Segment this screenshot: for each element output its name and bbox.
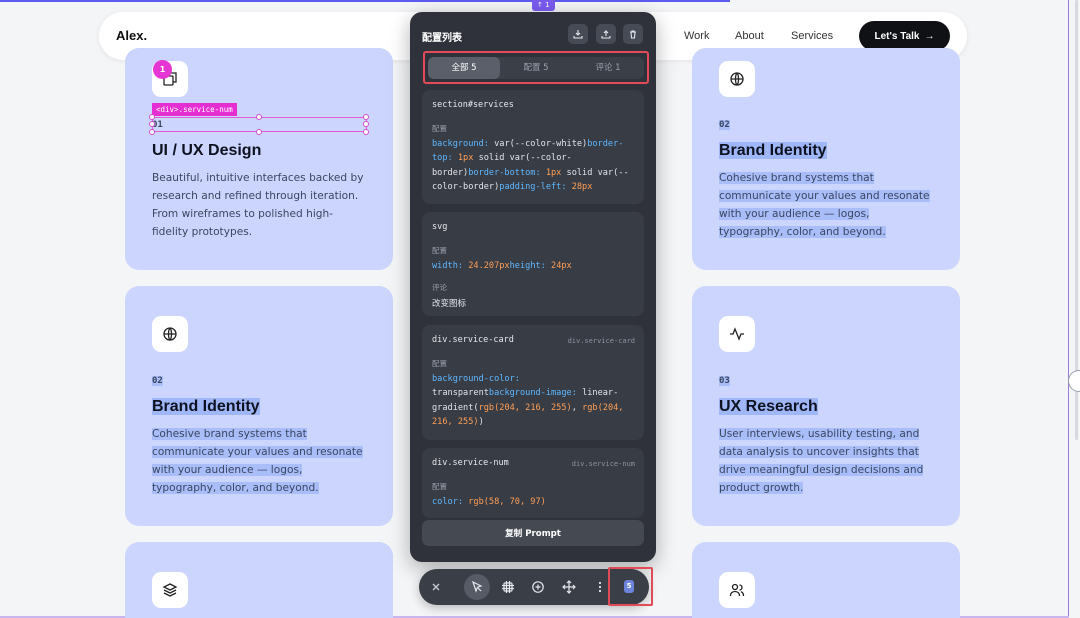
code-line: color: rgb(58, 70, 97) bbox=[432, 497, 546, 507]
panel-title: 配置列表 bbox=[422, 33, 462, 44]
resize-handle[interactable] bbox=[256, 129, 262, 135]
trash-icon[interactable] bbox=[623, 24, 643, 44]
item-code: background: var(--color-white)border-top… bbox=[432, 137, 637, 195]
service-num: 02 bbox=[719, 120, 730, 130]
item-selector-right: div.service-num bbox=[571, 460, 635, 468]
comment-label: 评论 bbox=[432, 283, 447, 292]
nav-link-services[interactable]: Services bbox=[791, 30, 833, 42]
add-comment-icon[interactable] bbox=[525, 574, 551, 600]
item-code: background-color: transparentbackground-i… bbox=[432, 372, 637, 430]
upload-icon[interactable] bbox=[596, 24, 616, 44]
config-item[interactable]: div.service-num div.service-num 配置 color… bbox=[422, 448, 644, 518]
card-description: Beautiful, intuitive interfaces backed b… bbox=[152, 172, 364, 238]
annotation-badge[interactable]: 1 bbox=[153, 60, 172, 79]
cta-label: Let's Talk bbox=[874, 30, 920, 42]
copy-prompt-button[interactable]: 复制 Prompt bbox=[422, 520, 644, 546]
layers-icon bbox=[152, 572, 188, 608]
count-highlight-box bbox=[608, 567, 653, 606]
service-num: 03 bbox=[719, 376, 730, 386]
code-line: color-border)padding-left: 28px bbox=[432, 182, 593, 193]
top-indicator-tag: ↑ 1 bbox=[532, 0, 555, 11]
lets-talk-button[interactable]: Let's Talk → bbox=[859, 21, 950, 51]
resize-handle[interactable] bbox=[256, 114, 262, 120]
item-label: 配置 bbox=[432, 359, 447, 368]
element-tag-label: <div>.service-num bbox=[152, 103, 237, 116]
code-line: gradient(rgb(204, 216, 255), rgb(204, bbox=[432, 402, 624, 413]
item-label: 配置 bbox=[432, 124, 447, 133]
arrow-right-icon: → bbox=[924, 30, 935, 42]
item-selector: section#services bbox=[432, 100, 514, 110]
service-card[interactable]: 02 Brand Identity Cohesive brand systems… bbox=[125, 286, 393, 526]
config-item[interactable]: div.service-card div.service-card 配置 bac… bbox=[422, 325, 644, 440]
code-line: 216, 255)) bbox=[432, 417, 484, 428]
card-title: UX Research bbox=[719, 398, 818, 415]
nav-link-about[interactable]: About bbox=[735, 30, 764, 42]
item-label: 配置 bbox=[432, 482, 447, 491]
config-panel: 配置列表 全部 5 配置 5 评论 1 section#services 配置 … bbox=[410, 12, 656, 562]
config-item[interactable]: svg 配置 width: 24.207pxheight: 24px 评论 改变… bbox=[422, 212, 644, 316]
service-card[interactable]: 02 Brand Identity Cohesive brand systems… bbox=[692, 48, 960, 270]
code-line: background: var(--color-white)border- bbox=[432, 139, 624, 149]
resize-handle[interactable] bbox=[363, 121, 369, 127]
globe-icon bbox=[719, 61, 755, 97]
item-selector-right: div.service-card bbox=[567, 337, 635, 345]
resize-handle[interactable] bbox=[149, 129, 155, 135]
service-card[interactable] bbox=[125, 542, 393, 618]
item-selector: div.service-num bbox=[432, 458, 509, 468]
code-line: background-color: bbox=[432, 374, 520, 384]
nav-link-work[interactable]: Work bbox=[684, 30, 709, 42]
item-selector: div.service-card bbox=[432, 335, 514, 345]
top-accent-line bbox=[0, 0, 730, 2]
grid-frame-icon[interactable] bbox=[495, 574, 521, 600]
item-code: color: rgb(58, 70, 97) bbox=[432, 495, 637, 509]
code-line: transparentbackground-image: linear- bbox=[432, 388, 619, 399]
code-line: border)border-bottom: 1px solid var(-- bbox=[432, 167, 629, 178]
pointer-select-icon[interactable] bbox=[464, 574, 490, 600]
service-card[interactable]: 03 UX Research User interviews, usabilit… bbox=[692, 286, 960, 526]
resize-handle[interactable] bbox=[363, 114, 369, 120]
item-code: width: 24.207pxheight: 24px bbox=[432, 259, 637, 273]
activity-icon bbox=[719, 316, 755, 352]
tabs-highlight-box bbox=[423, 51, 649, 84]
item-label: 配置 bbox=[432, 246, 447, 255]
resize-handle[interactable] bbox=[363, 129, 369, 135]
item-selector: svg bbox=[432, 222, 448, 232]
side-handle[interactable] bbox=[1068, 370, 1080, 392]
card-description: Cohesive brand systems that communicate … bbox=[152, 428, 363, 494]
code-line: top: 1px solid var(--color- bbox=[432, 153, 572, 164]
globe-icon bbox=[152, 316, 188, 352]
close-icon[interactable] bbox=[423, 574, 449, 600]
card-title: UI / UX Design bbox=[152, 142, 262, 159]
card-title: Brand Identity bbox=[719, 142, 827, 159]
resize-handle[interactable] bbox=[149, 121, 155, 127]
card-description: User interviews, usability testing, and … bbox=[719, 428, 924, 494]
card-description: Cohesive brand systems that communicate … bbox=[719, 172, 930, 238]
move-icon[interactable] bbox=[556, 574, 582, 600]
config-item[interactable]: section#services 配置 background: var(--co… bbox=[422, 90, 644, 204]
service-card[interactable]: 01 UI / UX Design Beautiful, intuitive i… bbox=[125, 48, 393, 270]
download-icon[interactable] bbox=[568, 24, 588, 44]
viewport-border bbox=[1068, 0, 1069, 618]
logo[interactable]: Alex. bbox=[116, 28, 147, 43]
service-num: 02 bbox=[152, 376, 163, 386]
service-card[interactable] bbox=[692, 542, 960, 618]
code-line: width: 24.207pxheight: 24px bbox=[432, 261, 572, 271]
resize-handle[interactable] bbox=[149, 114, 155, 120]
users-icon bbox=[719, 572, 755, 608]
item-comment: 改变图标 bbox=[432, 299, 467, 309]
card-title: Brand Identity bbox=[152, 398, 260, 415]
